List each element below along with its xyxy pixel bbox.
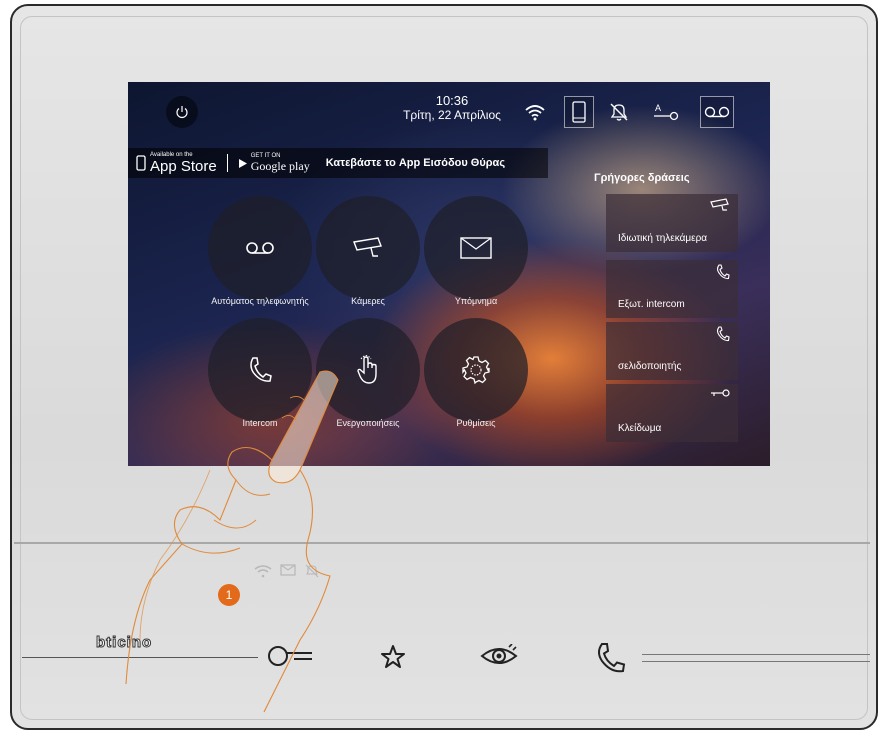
- quick-action-label: Κλείδωμα: [618, 423, 662, 434]
- smartphone-icon: [572, 101, 586, 123]
- quick-action-label: σελιδοποιητής: [618, 361, 682, 372]
- door-lock-status[interactable]: A: [652, 96, 682, 128]
- tile-settings[interactable]: [424, 318, 528, 422]
- favourite-button[interactable]: [380, 644, 406, 670]
- app-store-text: App Store: [150, 157, 217, 175]
- tile-activations[interactable]: [316, 318, 420, 422]
- bell-off-icon: [610, 103, 628, 121]
- smartphone-status[interactable]: [564, 96, 594, 128]
- app-download-banner[interactable]: Available on the App Store GET IT ON Goo…: [128, 148, 548, 178]
- hand-pointer-icon: [357, 355, 377, 384]
- quick-action-label: Εξωτ. intercom: [618, 299, 685, 310]
- banner-divider: [226, 154, 228, 172]
- bell-off-icon: [305, 564, 319, 578]
- door-lock-button[interactable]: [266, 644, 314, 668]
- control-line-right: [642, 654, 870, 655]
- play-icon: [238, 158, 247, 168]
- key-icon: [268, 646, 312, 666]
- control-line-right: [642, 661, 870, 662]
- camera-view-button[interactable]: [480, 644, 518, 668]
- quick-action-private-camera[interactable]: Ιδιωτική τηλεκάμερα: [606, 194, 738, 252]
- tile-answering-machine[interactable]: [208, 196, 312, 300]
- power-icon: [176, 106, 188, 119]
- wifi-icon: [254, 565, 272, 578]
- brand-logo: bticino: [95, 634, 153, 652]
- app-download-message: Κατεβάστε το App Εισόδου Θύρας: [325, 157, 506, 169]
- step-number-badge: 1: [218, 584, 240, 606]
- star-icon: [381, 645, 405, 668]
- handset-icon: [716, 326, 730, 342]
- led-indicators: [254, 564, 320, 578]
- ringtone-off-status[interactable]: [604, 96, 634, 128]
- camera-icon: [353, 237, 382, 257]
- answering-machine-status[interactable]: [700, 96, 734, 128]
- clock: 10:36 Τρίτη, 22 Απρίλιος: [382, 93, 522, 123]
- handset-icon: [716, 264, 730, 280]
- gear-icon: [462, 356, 490, 385]
- svg-text:A: A: [655, 103, 661, 113]
- answering-machine-icon: [246, 242, 274, 254]
- wifi-icon: [525, 105, 545, 121]
- wifi-status[interactable]: [520, 96, 550, 128]
- tile-memo[interactable]: [424, 196, 528, 300]
- envelope-icon: [280, 564, 296, 576]
- tile-label: Υπόμνημα: [454, 296, 498, 306]
- answer-call-button[interactable]: [596, 642, 626, 674]
- control-line-left: [22, 657, 258, 658]
- answering-machine-icon: [704, 106, 730, 118]
- tile-label: Ρυθμίσεις: [456, 418, 496, 428]
- camera-icon: [710, 198, 729, 211]
- app-store-badge[interactable]: Available on the App Store: [136, 152, 217, 175]
- google-play-badge[interactable]: GET IT ON Google play: [238, 153, 310, 174]
- device-separator: [14, 542, 870, 544]
- tile-intercom[interactable]: [208, 318, 312, 422]
- quick-action-label: Ιδιωτική τηλεκάμερα: [618, 233, 708, 244]
- tile-cameras[interactable]: [316, 196, 420, 300]
- power-button[interactable]: [166, 96, 198, 128]
- clock-time: 10:36: [435, 93, 469, 108]
- envelope-icon: [460, 237, 492, 259]
- smartphone-icon: [136, 155, 146, 171]
- quick-action-lock[interactable]: Κλείδωμα: [606, 384, 738, 442]
- handset-icon: [250, 357, 272, 382]
- handset-icon: [598, 643, 626, 673]
- quick-action-external-intercom[interactable]: Εξωτ. intercom: [606, 260, 738, 318]
- eye-icon: [480, 644, 518, 664]
- quick-actions-title: Γρήγορες δράσεις: [594, 172, 690, 184]
- quick-action-pager[interactable]: σελιδοποιητής: [606, 322, 738, 380]
- touch-screen: 10:36 Τρίτη, 22 Απρίλιος A Available on …: [128, 82, 770, 466]
- key-icon: [711, 389, 730, 397]
- clock-date: Τρίτη, 22 Απρίλιος: [403, 108, 501, 122]
- status-bar: 10:36 Τρίτη, 22 Απρίλιος A: [128, 82, 770, 142]
- key-icon: A: [654, 103, 679, 121]
- google-play-text: Google play: [250, 158, 310, 173]
